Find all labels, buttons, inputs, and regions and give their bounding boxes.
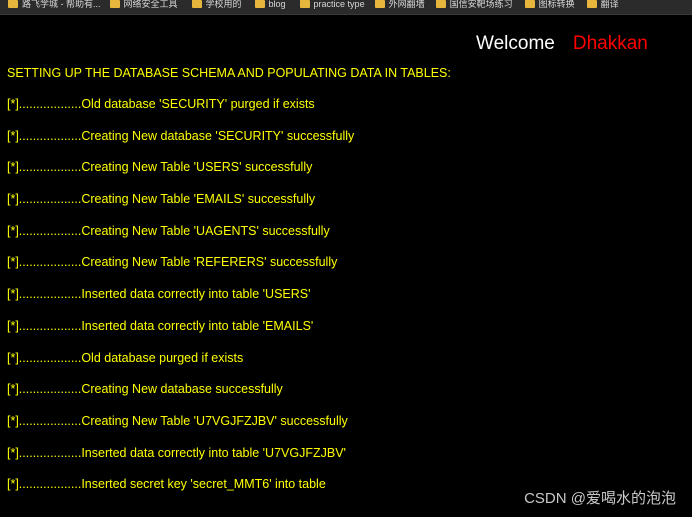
bookmark-item[interactable]: 学校用的 (191, 0, 242, 9)
bookmark-label: 图标转换 (538, 0, 575, 9)
welcome-banner: Welcome Dhakkan (476, 33, 648, 55)
setup-heading: SETTING UP THE DATABASE SCHEMA AND POPUL… (7, 66, 451, 80)
bookmark-label: practice type (313, 0, 365, 9)
username: Dhakkan (572, 33, 648, 54)
folder-icon (435, 0, 446, 8)
setup-log: [*]..................Old database 'SECUR… (7, 97, 354, 509)
folder-icon (109, 0, 120, 8)
sqli-labs-setup-page: 路飞学城 - 帮助有... 网络安全工具 学校用的 blog practice … (0, 0, 692, 517)
folder-icon (586, 0, 597, 8)
bookmark-item[interactable]: blog (254, 0, 286, 9)
csdn-watermark: CSDN @爱喝水的泡泡 (524, 490, 676, 507)
log-line: [*]..................Creating New Table … (7, 223, 330, 238)
log-line: [*]..................Creating New databa… (7, 382, 283, 397)
bookmark-item[interactable]: 网络安全工具 (109, 0, 178, 9)
log-line: [*]..................Creating New Table … (7, 255, 338, 270)
folder-icon (524, 0, 535, 8)
log-line: [*]..................Inserted secret key… (7, 477, 326, 492)
bookmark-item[interactable]: 图标转换 (524, 0, 575, 9)
bookmark-label: 国信安靶场练习 (449, 0, 513, 9)
log-line: [*]..................Creating New Table … (7, 192, 316, 207)
folder-icon (299, 0, 310, 8)
log-line: [*]..................Old database 'SECUR… (7, 97, 315, 111)
bookmark-item[interactable]: 外网翻墙 (374, 0, 425, 9)
bookmarks-bar: 路飞学城 - 帮助有... 网络安全工具 学校用的 blog practice … (0, 0, 692, 15)
bookmark-label: 外网翻墙 (388, 0, 425, 9)
bookmark-label: 学校用的 (205, 0, 242, 9)
log-line: [*]..................Creating New databa… (7, 128, 355, 143)
bookmark-item[interactable]: practice type (299, 0, 365, 9)
folder-icon (191, 0, 202, 8)
bookmark-label: 路飞学城 - 帮助有... (22, 0, 101, 9)
folder-icon (8, 0, 18, 8)
bookmark-item[interactable]: 路飞学城 - 帮助有... (8, 0, 101, 9)
log-line: [*]..................Creating New Table … (7, 160, 313, 175)
log-line: [*]..................Creating New Table … (7, 413, 348, 428)
log-line: [*]..................Inserted data corre… (7, 318, 314, 333)
bookmark-item[interactable]: 国信安靶场练习 (435, 0, 513, 9)
folder-icon (254, 0, 265, 8)
welcome-text: Welcome (476, 33, 555, 54)
folder-icon (374, 0, 385, 8)
bookmark-label: 翻译 (600, 0, 619, 9)
log-line: [*]..................Inserted data corre… (7, 287, 311, 302)
log-line: [*]..................Inserted data corre… (7, 445, 346, 460)
bookmark-label: blog (268, 0, 286, 9)
log-line: [*]..................Old database purged… (7, 350, 244, 365)
bookmark-item[interactable]: 翻译 (586, 0, 619, 9)
bookmark-label: 网络安全工具 (123, 0, 178, 9)
